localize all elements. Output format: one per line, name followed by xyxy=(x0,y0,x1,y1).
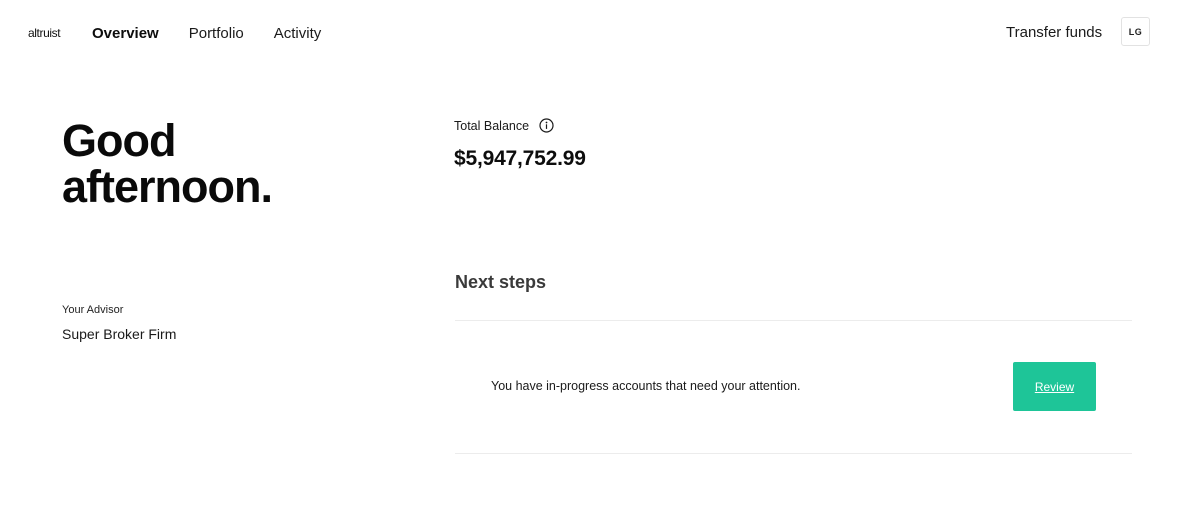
transfer-funds-link[interactable]: Transfer funds xyxy=(1006,24,1102,41)
top-header: altruist Overview Portfolio Activity Tra… xyxy=(0,0,1186,66)
total-balance-label-text: Total Balance xyxy=(454,118,530,133)
next-steps-title: Next steps xyxy=(455,272,547,292)
nav-item-portfolio[interactable]: Portfolio xyxy=(189,25,244,42)
nav-item-activity[interactable]: Activity xyxy=(274,25,322,42)
user-avatar[interactable]: LG xyxy=(1121,17,1150,46)
info-circle-icon[interactable] xyxy=(539,118,554,133)
total-balance-value: $5,947,752.99 xyxy=(454,147,586,170)
nav-item-overview[interactable]: Overview xyxy=(92,25,159,42)
greeting-line-2: afternoon. xyxy=(62,161,273,212)
advisor-name: Super Broker Firm xyxy=(62,326,177,342)
next-steps-divider-top xyxy=(455,320,1132,321)
greeting-line-1: Good xyxy=(62,115,176,166)
next-steps-divider-bottom xyxy=(455,453,1132,454)
main-nav: Overview Portfolio Activity xyxy=(92,25,321,42)
advisor-label: Your Advisor xyxy=(62,304,124,316)
total-balance-label: Total Balance xyxy=(454,118,554,133)
greeting-heading: Good afternoon. xyxy=(62,118,382,210)
next-step-message: You have in-progress accounts that need … xyxy=(491,379,801,393)
review-button[interactable]: Review xyxy=(1013,362,1096,411)
altruist-logo[interactable]: altruist xyxy=(28,26,61,40)
avatar-initials: LG xyxy=(1128,26,1143,37)
